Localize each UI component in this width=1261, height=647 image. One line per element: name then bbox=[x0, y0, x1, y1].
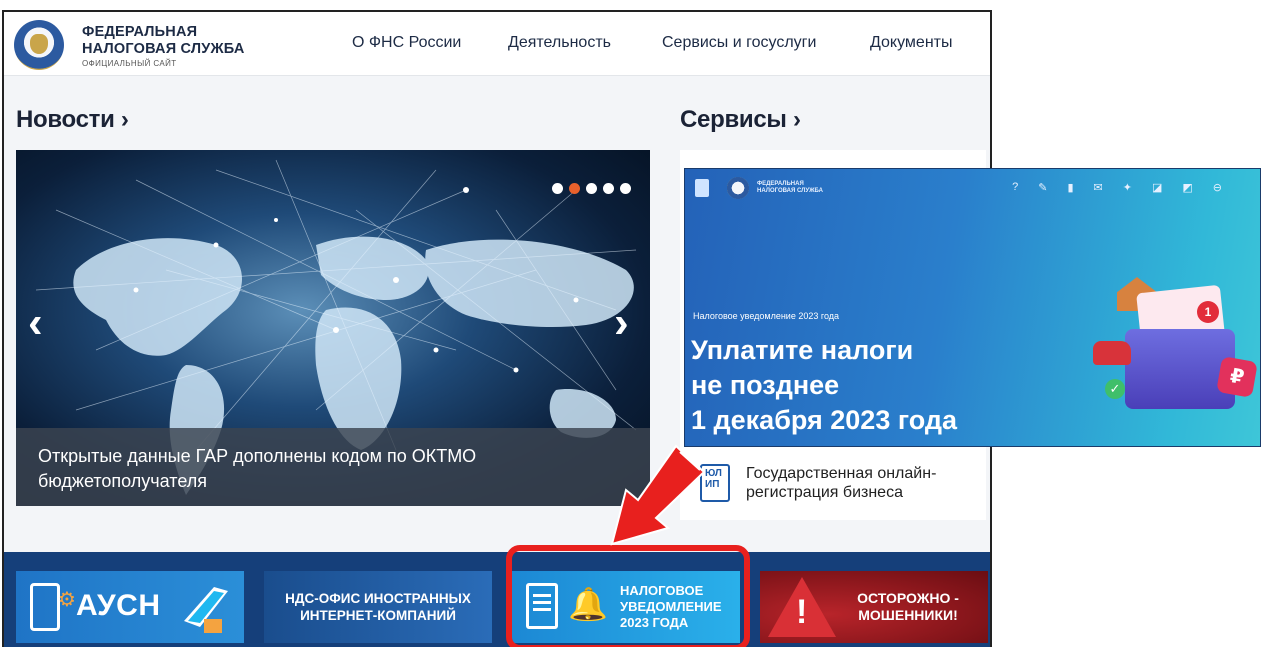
banner-fraud-warning-label: ОСТОРОЖНО - МОШЕННИКИ! bbox=[857, 590, 959, 623]
nav-documents[interactable]: Документы bbox=[870, 34, 952, 52]
logo-line2[interactable]: НАЛОГОВАЯ СЛУЖБА bbox=[82, 41, 245, 57]
slider-caption-box: Открытые данные ГАР дополнены кодом по О… bbox=[16, 428, 650, 506]
overlay-title-line3: 1 декабря 2023 года bbox=[691, 405, 958, 435]
chat-icon[interactable]: ◪ bbox=[1152, 181, 1162, 194]
slider-dot[interactable] bbox=[586, 183, 597, 194]
exclamation-mark: ! bbox=[796, 593, 808, 631]
pointer-arrow-icon bbox=[610, 444, 706, 546]
logout-icon[interactable]: ⊖ bbox=[1213, 181, 1222, 194]
slider-dot[interactable] bbox=[552, 183, 563, 194]
gear-icon: ⚙ bbox=[58, 589, 76, 611]
fns-emblem-icon[interactable] bbox=[14, 20, 64, 70]
highlight-frame bbox=[506, 545, 750, 647]
news-title[interactable]: Новости › bbox=[16, 106, 129, 134]
slider-caption[interactable]: Открытые данные ГАР дополнены кодом по О… bbox=[38, 444, 558, 494]
overlay-title-line2: не позднее bbox=[691, 370, 840, 400]
overlay-title-line1: Уплатите налоги bbox=[691, 335, 914, 365]
overlay-logo-line2: НАЛОГОВАЯ СЛУЖБА bbox=[757, 188, 823, 194]
overlay-small-label: Налоговое уведомление 2023 года bbox=[693, 311, 840, 321]
overlay-title: Уплатите налоги не позднее 1 декабря 202… bbox=[691, 333, 1011, 438]
banner-fraud-warning[interactable]: ! ОСТОРОЖНО - МОШЕННИКИ! bbox=[760, 571, 988, 643]
overlay-topbar: ФЕДЕРАЛЬНАЯ НАЛОГОВАЯ СЛУЖБА ? ✎ ▮ ✉ ✦ ◪… bbox=[685, 169, 1260, 209]
nav-services[interactable]: Сервисы и госуслуги bbox=[662, 34, 816, 52]
service-link-business-registration[interactable]: Государственная онлайн-регистрация бизне… bbox=[746, 464, 976, 502]
document-icon bbox=[695, 179, 709, 197]
slider-dots bbox=[552, 183, 631, 194]
tax-notice-overlay: ФЕДЕРАЛЬНАЯ НАЛОГОВАЯ СЛУЖБА ? ✎ ▮ ✉ ✦ ◪… bbox=[684, 168, 1261, 447]
car-icon bbox=[1093, 341, 1131, 365]
services-title[interactable]: Сервисы › bbox=[680, 106, 801, 134]
slider-next-icon[interactable]: › bbox=[614, 298, 629, 348]
overlay-toolbar-icons: ? ✎ ▮ ✉ ✦ ◪ ◩ ⊖ bbox=[1012, 181, 1222, 194]
terminal-icon bbox=[30, 583, 60, 631]
envelope-icon bbox=[1125, 329, 1235, 409]
clipboard-icon[interactable]: ▮ bbox=[1067, 181, 1073, 194]
news-slider[interactable]: ‹ › Открытые данные ГАР дополнены кодом … bbox=[16, 150, 650, 506]
banner-vat-office-label: НДС-ОФИС ИНОСТРАННЫХ ИНТЕРНЕТ-КОМПАНИЙ bbox=[285, 591, 471, 623]
site-header: ФЕДЕРАЛЬНАЯ НАЛОГОВАЯ СЛУЖБА ОФИЦИАЛЬНЫЙ… bbox=[4, 12, 990, 76]
help-icon[interactable]: ? bbox=[1012, 181, 1018, 194]
nav-about[interactable]: О ФНС России bbox=[352, 34, 461, 52]
slider-dot-active[interactable] bbox=[569, 183, 580, 194]
logo-subtitle: ОФИЦИАЛЬНЫЙ САЙТ bbox=[82, 59, 177, 68]
nav-activity[interactable]: Деятельность bbox=[508, 34, 611, 52]
fns-emblem-icon bbox=[727, 177, 749, 199]
check-icon: ✓ bbox=[1105, 379, 1125, 399]
slider-dot[interactable] bbox=[603, 183, 614, 194]
pin-icon[interactable]: ✦ bbox=[1123, 181, 1132, 194]
overlay-logo-line1: ФЕДЕРАЛЬНАЯ bbox=[757, 181, 804, 187]
banner-ausn[interactable]: ⚙ АУСН bbox=[16, 571, 244, 643]
message-icon[interactable]: ◩ bbox=[1182, 181, 1192, 194]
banner-vat-office[interactable]: НДС-ОФИС ИНОСТРАННЫХ ИНТЕРНЕТ-КОМПАНИЙ bbox=[264, 571, 492, 643]
ruble-icon: ₽ bbox=[1216, 356, 1258, 398]
notification-badge: 1 bbox=[1197, 301, 1219, 323]
banner-ausn-label: АУСН bbox=[76, 589, 161, 622]
mail-icon[interactable]: ✉ bbox=[1094, 181, 1103, 194]
edit-icon[interactable]: ✎ bbox=[1038, 181, 1047, 194]
overlay-logo-text: ФЕДЕРАЛЬНАЯ НАЛОГОВАЯ СЛУЖБА bbox=[757, 181, 823, 195]
laptop-icon bbox=[184, 587, 228, 633]
slider-prev-icon[interactable]: ‹ bbox=[28, 298, 43, 348]
logo-line1[interactable]: ФЕДЕРАЛЬНАЯ bbox=[82, 24, 197, 40]
slider-dot[interactable] bbox=[620, 183, 631, 194]
